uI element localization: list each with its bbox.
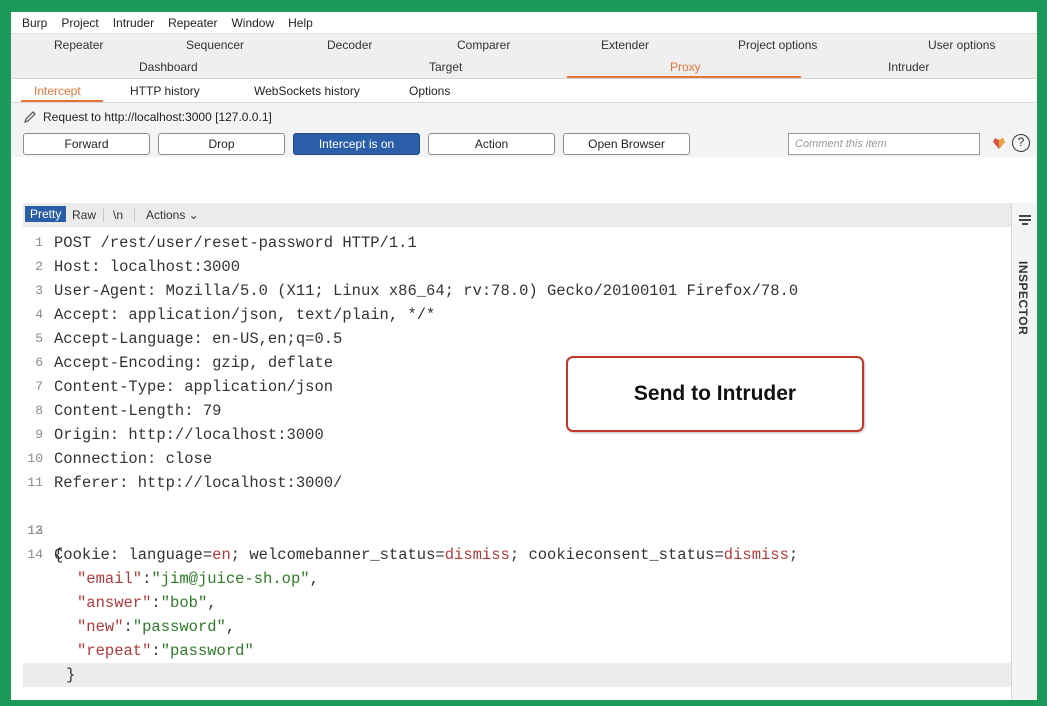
comment-input[interactable]: Comment this item — [788, 133, 980, 155]
request-target: Request to http://localhost:3000 [127.0.… — [43, 110, 272, 124]
help-icon[interactable]: ? — [1012, 134, 1030, 152]
intercept-toggle-button[interactable]: Intercept is on — [293, 133, 420, 155]
send-to-intruder-callout: Send to Intruder — [566, 356, 864, 432]
tab-project-options[interactable]: Project options — [738, 38, 817, 52]
tab-proxy[interactable]: Proxy — [670, 60, 701, 74]
tab-sequencer[interactable]: Sequencer — [186, 38, 244, 52]
panel-layout-icon[interactable] — [1019, 215, 1031, 225]
forward-button[interactable]: Forward — [23, 133, 150, 155]
tab-pretty[interactable]: Pretty — [25, 206, 67, 222]
menu-help[interactable]: Help — [288, 16, 313, 30]
menu-window[interactable]: Window — [231, 16, 274, 30]
open-browser-button[interactable]: Open Browser — [563, 133, 690, 155]
intercept-toolbar: Forward Drop Intercept is on Action Open… — [11, 131, 1037, 157]
proxy-sub-tabs: Intercept HTTP history WebSockets histor… — [11, 79, 1037, 103]
pencil-icon — [24, 111, 36, 123]
tool-tabs-row-1: Repeater Sequencer Decoder Comparer Exte… — [11, 34, 1037, 56]
tab-comparer[interactable]: Comparer — [457, 38, 510, 52]
json-line: "repeat":"password" — [77, 642, 254, 660]
actions-dropdown[interactable]: Actions ⌄ — [141, 207, 204, 223]
toolbar-divider — [134, 208, 135, 222]
newline-toggle[interactable]: \n — [108, 207, 128, 223]
menu-repeater[interactable]: Repeater — [168, 16, 217, 30]
request-info: Request to http://localhost:3000 [127.0.… — [11, 103, 1037, 131]
code-line: 14{ — [27, 546, 64, 564]
drop-button[interactable]: Drop — [158, 133, 285, 155]
tab-dashboard[interactable]: Dashboard — [139, 60, 198, 74]
cookie-line: 12 Cookie: language=en; welcomebanner_st… — [27, 523, 799, 564]
highlight-icon[interactable] — [991, 135, 1007, 151]
tool-tabs: Repeater Sequencer Decoder Comparer Exte… — [11, 34, 1037, 79]
active-subtab-indicator — [21, 100, 103, 102]
burp-window: Burp Project Intruder Repeater Window He… — [11, 12, 1037, 700]
code-line: 10 Connection: close — [27, 450, 213, 468]
request-editor[interactable]: 1 POST /rest/user/reset-password HTTP/1.1… — [23, 227, 1011, 700]
code-line: 1 POST /rest/user/reset-password HTTP/1.1 — [35, 234, 417, 252]
inspector-panel[interactable]: INSPECTOR — [1011, 203, 1037, 700]
action-button[interactable]: Action — [428, 133, 555, 155]
menu-project[interactable]: Project — [61, 16, 98, 30]
toolbar-divider — [103, 208, 104, 222]
json-line: "new":"password", — [77, 618, 236, 636]
code-line: 2 Host: localhost:3000 — [35, 258, 241, 276]
code-line: 11 Referer: http://localhost:3000/ — [27, 474, 343, 492]
menu-bar: Burp Project Intruder Repeater Window He… — [11, 12, 1037, 34]
tab-user-options[interactable]: User options — [928, 38, 995, 52]
json-line: "email":"jim@juice-sh.op", — [77, 570, 319, 588]
code-line: 5 Accept-Language: en-US,en;q=0.5 — [35, 330, 343, 348]
json-close-line: } — [23, 663, 1011, 687]
json-line: "answer":"bob", — [77, 594, 217, 612]
tab-http-history[interactable]: HTTP history — [130, 84, 200, 98]
active-tab-indicator — [567, 76, 801, 78]
editor-toolbar: Pretty Raw \n Actions ⌄ — [23, 203, 1011, 227]
menu-intruder[interactable]: Intruder — [113, 16, 154, 30]
tab-raw[interactable]: Raw — [67, 207, 101, 223]
tab-intruder[interactable]: Intruder — [888, 60, 929, 74]
code-line: 3 User-Agent: Mozilla/5.0 (X11; Linux x86… — [35, 282, 799, 300]
menu-burp[interactable]: Burp — [22, 16, 47, 30]
tab-target[interactable]: Target — [429, 60, 462, 74]
tab-options[interactable]: Options — [409, 84, 450, 98]
code-line: 4 Accept: application/json, text/plain, *… — [35, 306, 436, 324]
tab-extender[interactable]: Extender — [601, 38, 649, 52]
code-line: 13 — [27, 523, 43, 538]
tab-repeater[interactable]: Repeater — [54, 38, 103, 52]
tab-intercept[interactable]: Intercept — [34, 84, 81, 98]
tab-decoder[interactable]: Decoder — [327, 38, 372, 52]
inspector-label[interactable]: INSPECTOR — [1016, 261, 1030, 335]
tool-tabs-row-2: Dashboard Target Proxy Intruder — [11, 56, 1037, 78]
tab-websockets-history[interactable]: WebSockets history — [254, 84, 360, 98]
